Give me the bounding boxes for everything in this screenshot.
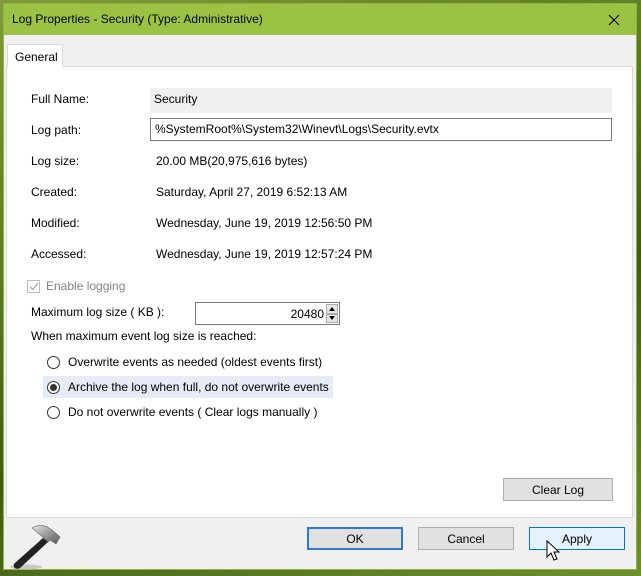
max-log-size-stepper[interactable]: 20480	[195, 302, 340, 325]
clear-log-button[interactable]: Clear Log	[503, 478, 613, 501]
log-path-label: Log path:	[31, 123, 82, 137]
enable-logging-label: Enable logging	[46, 279, 126, 293]
created-label: Created:	[31, 185, 78, 199]
full-name-value: Security	[150, 88, 612, 113]
max-log-size-value[interactable]: 20480	[291, 307, 324, 321]
radio-archive-when-full[interactable]: Archive the log when full, do not overwr…	[43, 376, 333, 398]
log-size-value: 20.00 MB(20,975,616 bytes)	[156, 154, 308, 168]
mouse-cursor-icon	[546, 540, 561, 561]
radio-label: Do not overwrite events ( Clear logs man…	[68, 405, 318, 419]
radio-circle	[47, 380, 60, 394]
full-name-label: Full Name:	[31, 92, 90, 106]
cancel-button[interactable]: Cancel	[418, 527, 514, 550]
created-value: Saturday, April 27, 2019 6:52:13 AM	[156, 185, 348, 199]
radio-circle	[47, 405, 60, 419]
ok-button[interactable]: OK	[307, 527, 403, 550]
hammer-icon	[10, 525, 61, 570]
radio-do-not-overwrite[interactable]: Do not overwrite events ( Clear logs man…	[43, 401, 321, 423]
max-log-size-label: Maximum log size ( KB ):	[31, 305, 165, 319]
radio-overwrite-as-needed[interactable]: Overwrite events as needed (oldest event…	[43, 351, 326, 373]
checkbox-box	[27, 279, 40, 293]
modified-label: Modified:	[31, 216, 80, 230]
decrement-button[interactable]	[326, 313, 338, 323]
close-button[interactable]	[592, 4, 636, 35]
window-title: Log Properties - Security (Type: Adminis…	[12, 12, 263, 26]
radio-label: Overwrite events as needed (oldest event…	[68, 355, 323, 369]
enable-logging-checkbox[interactable]: Enable logging	[27, 279, 125, 293]
increment-button[interactable]	[326, 304, 338, 314]
modified-value: Wednesday, June 19, 2019 12:56:50 PM	[156, 216, 373, 230]
radio-circle	[47, 355, 60, 369]
log-size-label: Log size:	[31, 154, 80, 168]
accessed-label: Accessed:	[31, 247, 87, 261]
accessed-value: Wednesday, June 19, 2019 12:57:24 PM	[156, 247, 373, 261]
radio-label: Archive the log when full, do not overwr…	[68, 380, 329, 394]
apply-button[interactable]: Apply	[529, 527, 625, 550]
when-reached-label: When maximum event log size is reached:	[31, 329, 257, 343]
checkmark-icon	[29, 282, 38, 290]
log-path-field[interactable]: %SystemRoot%\System32\Winevt\Logs\Securi…	[150, 118, 612, 141]
tab-general[interactable]: General	[7, 44, 63, 67]
close-icon	[608, 14, 620, 25]
arrow-down-icon	[329, 316, 335, 321]
radio-selected-dot	[50, 383, 57, 391]
spin-buttons	[326, 304, 338, 323]
general-panel: Full Name: Security Log path: %SystemRoo…	[6, 66, 633, 518]
log-properties-dialog: Log Properties - Security (Type: Adminis…	[3, 3, 637, 570]
arrow-up-icon	[329, 306, 335, 311]
title-bar: Log Properties - Security (Type: Adminis…	[4, 4, 636, 35]
